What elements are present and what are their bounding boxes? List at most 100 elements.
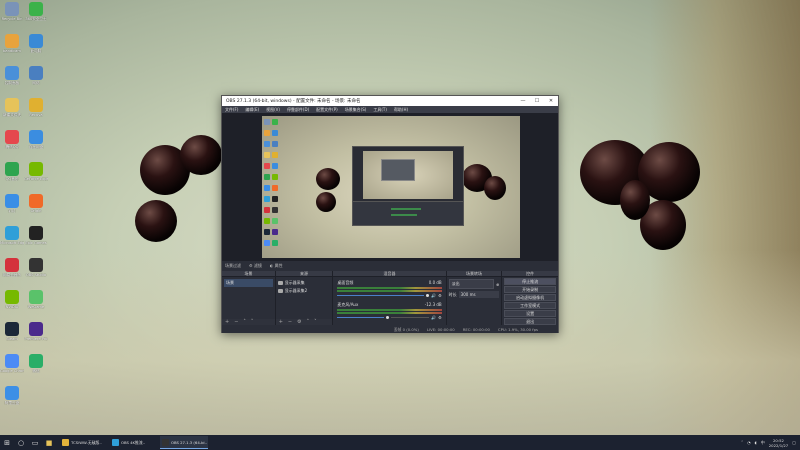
task-view-icon[interactable]: ▭	[28, 436, 42, 450]
stop-streaming-button[interactable]: 停止推流	[504, 278, 557, 285]
source-settings-icon[interactable]: ⚙	[297, 319, 301, 325]
menu-help[interactable]: 帮助(H)	[394, 107, 408, 113]
volume-slider[interactable]	[337, 316, 384, 319]
move-up-button[interactable]: ˄	[243, 319, 246, 325]
speaker-icon[interactable]: 🔊	[431, 315, 436, 320]
gear-icon[interactable]: ⚙	[438, 315, 442, 320]
desktop-icon[interactable]: Steam	[0, 322, 24, 350]
desktop-icon[interactable]: NVIDIA	[0, 290, 24, 318]
menu-profile[interactable]: 配置文件(P)	[316, 107, 338, 113]
preview-canvas[interactable]	[262, 116, 520, 258]
move-down-button[interactable]: ˅	[251, 319, 254, 325]
maximize-icon[interactable]: ☐	[530, 98, 544, 104]
start-recording-button[interactable]: 开始录制	[504, 286, 557, 293]
desktop-icon[interactable]: 百度网盘	[24, 130, 48, 158]
preview-mini-icon	[272, 163, 278, 169]
desktop-icon[interactable]: 微信	[24, 354, 48, 382]
show-hidden-icon[interactable]: ˄	[741, 440, 743, 445]
settings-button[interactable]: 设置	[504, 310, 557, 317]
desktop-icon[interactable]: Recuva	[24, 98, 48, 126]
desktop-icon-label: 腾讯QQ	[5, 145, 19, 149]
desktop-icon-label: 新建文件夹	[3, 113, 21, 117]
properties-button[interactable]: ◐ 属性	[270, 263, 283, 269]
source-item[interactable]: 显示器采集2	[277, 287, 331, 295]
desktop-icon[interactable]: bandicam	[0, 34, 24, 62]
move-up-button[interactable]: ˄	[307, 319, 310, 325]
add-scene-button[interactable]: +	[225, 319, 229, 325]
taskbar-task[interactable]: TCSiWW-无敌版..	[60, 436, 108, 449]
desktop-icon[interactable]: 控制面板	[0, 66, 24, 94]
taskbar-task[interactable]: OBS 4K推流..	[110, 436, 158, 449]
filters-button[interactable]: ⚙ 滤镜	[249, 263, 262, 269]
desktop-icon[interactable]: Recycle Bin	[0, 2, 24, 30]
speaker-icon[interactable]: 🔊	[431, 293, 436, 298]
preview-mini-icon	[264, 152, 270, 158]
desktop-icon[interactable]: 网络	[24, 66, 48, 94]
app-icon	[29, 2, 43, 16]
desktop-icon[interactable]: GeForce Experience	[24, 162, 48, 190]
obs-window[interactable]: OBS 27.1.3 (64-bit, windows) - 配置文件: 未命名…	[221, 95, 559, 333]
volume-slider-knob[interactable]	[385, 316, 389, 319]
preview-area[interactable]	[222, 113, 558, 261]
notifications-icon[interactable]: ▢	[792, 440, 796, 445]
source-label: 显示器采集	[284, 280, 305, 285]
taskbar-task[interactable]: OBS 27.1.3 (64-bi..	[160, 436, 208, 449]
desktop-icon[interactable]: OBS Studio	[24, 258, 48, 286]
menu-edit[interactable]: 编辑(E)	[245, 107, 259, 113]
virtual-camera-button[interactable]: 启动虚拟摄像机	[504, 294, 557, 301]
source-item[interactable]: 显示器采集	[277, 279, 331, 287]
close-icon[interactable]: ✕	[544, 98, 558, 104]
desktop-icon[interactable]: Microsoft Edge	[0, 226, 24, 254]
menu-docks[interactable]: 停靠部件(D)	[287, 107, 309, 113]
add-source-button[interactable]: +	[279, 319, 283, 325]
desktop-icon-label: 360安全卫士	[25, 17, 47, 21]
desktop-icon[interactable]: 阿里云盘	[0, 386, 24, 414]
desktop-icon[interactable]: WeGame	[24, 290, 48, 318]
exit-button[interactable]: 退出	[504, 318, 557, 325]
desktop-icon[interactable]: QQ音乐	[0, 162, 24, 190]
search-icon[interactable]: ○	[14, 436, 28, 450]
obs-titlebar[interactable]: OBS 27.1.3 (64-bit, windows) - 配置文件: 未命名…	[222, 96, 558, 106]
menu-view[interactable]: 视图(V)	[266, 107, 280, 113]
desktop-icon[interactable]: 新建文件夹	[0, 98, 24, 126]
menu-tools[interactable]: 工具(T)	[373, 107, 387, 113]
clock[interactable]: 20:52 2022/1/27	[769, 438, 788, 448]
desktop-icon[interactable]: 网易云音乐	[0, 258, 24, 286]
app-icon	[5, 98, 19, 112]
desktop-icon-label: 控制面板	[4, 81, 20, 85]
gear-icon[interactable]: ⚙	[438, 293, 442, 298]
add-transition-button[interactable]: ⊕	[496, 282, 499, 287]
wallpaper-blob	[135, 200, 177, 242]
windows-start-icon[interactable]: ⊞	[0, 436, 14, 450]
studio-mode-button[interactable]: 工作室模式	[504, 302, 557, 309]
app-icon	[162, 438, 169, 446]
volume-slider[interactable]	[337, 294, 425, 297]
volume-slider-knob[interactable]	[426, 294, 430, 297]
move-down-button[interactable]: ˅	[314, 319, 317, 325]
file-explorer-icon[interactable]: ■	[42, 436, 56, 450]
desktop-icon[interactable]: 钉钉	[0, 194, 24, 222]
transition-select[interactable]: 淡出	[448, 279, 494, 289]
filters-label: 滤镜	[253, 263, 262, 268]
desktop-icon[interactable]: 360安全卫士	[24, 2, 48, 30]
sources-dock-footer: + − ⚙ ˄ ˅	[275, 319, 333, 325]
scene-item[interactable]: 场景	[224, 279, 273, 287]
menu-scene-collection[interactable]: 场景集合(S)	[345, 107, 367, 113]
minimize-icon[interactable]: —	[516, 98, 530, 104]
duration-input[interactable]: 300 ms	[458, 291, 500, 298]
desktop-icon-label: 网络	[32, 81, 40, 85]
remove-scene-button[interactable]: −	[234, 319, 238, 325]
network-icon[interactable]: ◔	[747, 440, 751, 445]
app-icon	[5, 290, 19, 304]
desktop-icon[interactable]: Google Chrome	[0, 354, 24, 382]
desktop-icon[interactable]: Epic Games	[24, 226, 48, 254]
remove-source-button[interactable]: −	[288, 319, 292, 325]
desktop-icon[interactable]: 腾讯QQ	[0, 130, 24, 158]
desktop-icon[interactable]: Premiere Pro	[24, 322, 48, 350]
volume-icon[interactable]: ◖	[755, 440, 757, 445]
menu-file[interactable]: 文件(F)	[225, 107, 238, 113]
desktop-icon[interactable]: 此电脑	[24, 34, 48, 62]
volume-meter	[337, 309, 442, 311]
ime-icon[interactable]: 中	[761, 440, 765, 446]
desktop-icon[interactable]: Origin	[24, 194, 48, 222]
